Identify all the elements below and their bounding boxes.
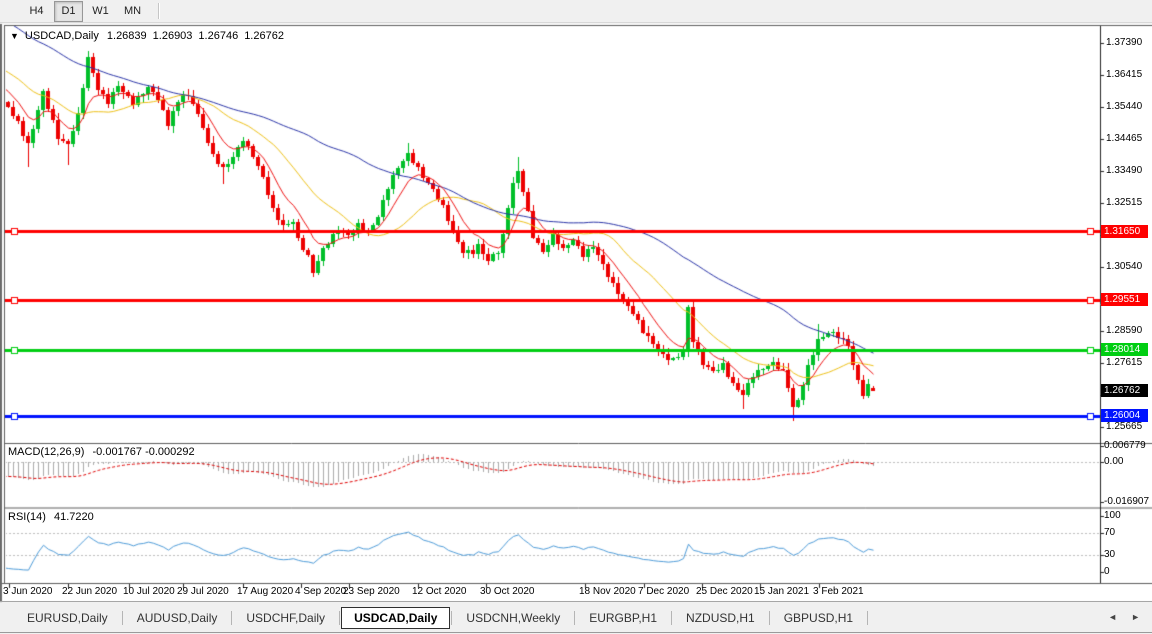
date-tick-label: 4 Sep 2020 (295, 586, 346, 598)
timeframe-toolbar: H4D1W1MN (0, 0, 1152, 23)
hline-price-tag: 1.28014 (1101, 343, 1148, 356)
macd-tick-label: 0.00 (1104, 456, 1123, 468)
tab-separator (339, 611, 340, 625)
timeframe-button-mn[interactable]: MN (118, 1, 147, 22)
timeframe-button-h4[interactable]: H4 (22, 1, 51, 22)
current-price-tag: 1.26762 (1101, 384, 1148, 397)
date-tick-label: 3 Jun 2020 (3, 586, 53, 598)
macd-values: -0.001767 -0.000292 (92, 446, 194, 458)
chart-tab-bar: EURUSD,DailyAUDUSD,DailyUSDCHF,DailyUSDC… (0, 603, 1152, 633)
date-tick-label: 12 Oct 2020 (412, 586, 466, 598)
rsi-label: RSI(14) 41.7220 (8, 511, 94, 523)
chart-tab-eurusd[interactable]: EURUSD,Daily (14, 607, 121, 629)
date-tick-label: 17 Aug 2020 (237, 586, 293, 598)
chart-tab-usdcnh[interactable]: USDCNH,Weekly (453, 607, 573, 629)
ohlc-open: 1.26839 (107, 30, 147, 42)
macd-tick-label: -0.016907 (1104, 496, 1149, 508)
ohlc-high: 1.26903 (153, 30, 193, 42)
chart-tab-eurgbp[interactable]: EURGBP,H1 (576, 607, 670, 629)
macd-name: MACD(12,26,9) (8, 446, 84, 458)
tab-separator (671, 611, 672, 625)
chart-tab-nzdusd[interactable]: NZDUSD,H1 (673, 607, 768, 629)
date-tick-label: 22 Jun 2020 (62, 586, 117, 598)
chart-tab-gbpusd[interactable]: GBPUSD,H1 (771, 607, 866, 629)
tab-separator (122, 611, 123, 625)
date-tick-label: 23 Sep 2020 (343, 586, 400, 598)
price-chart-canvas[interactable] (0, 0, 1152, 634)
timeframe-button-w1[interactable]: W1 (86, 1, 115, 22)
date-tick-label: 30 Oct 2020 (480, 586, 534, 598)
chart-tab-audusd[interactable]: AUDUSD,Daily (124, 607, 231, 629)
timeframe-button-d1[interactable]: D1 (54, 1, 83, 22)
hline-price-tag: 1.31650 (1101, 225, 1148, 238)
symbol-timeframe-label: USDCAD,Daily (25, 30, 99, 42)
chart-ohlc-header: ▼ USDCAD,Daily 1.26839 1.26903 1.26746 1… (10, 30, 290, 42)
hline-price-tag: 1.26004 (1101, 409, 1148, 422)
symbol-dropdown-icon[interactable]: ▼ (10, 31, 19, 41)
price-tick-label: 1.28590 (1106, 325, 1142, 337)
price-tick-label: 1.33490 (1106, 165, 1142, 177)
date-tick-label: 10 Jul 2020 (123, 586, 175, 598)
rsi-value: 41.7220 (54, 511, 94, 523)
tab-separator (451, 611, 452, 625)
date-tick-label: 7 Dec 2020 (638, 586, 689, 598)
ohlc-low: 1.26746 (198, 30, 238, 42)
macd-label: MACD(12,26,9) -0.001767 -0.000292 (8, 446, 195, 458)
date-tick-label: 18 Nov 2020 (579, 586, 636, 598)
rsi-name: RSI(14) (8, 511, 46, 523)
date-tick-label: 3 Feb 2021 (813, 586, 864, 598)
chart-tab-usdcad[interactable]: USDCAD,Daily (341, 607, 450, 629)
timeframe-buttons: H4D1W1MN (22, 1, 150, 22)
chart-tab-usdchf[interactable]: USDCHF,Daily (233, 607, 338, 629)
tabs-scroll-prev-button[interactable]: ◄ (1108, 612, 1117, 622)
date-tick-label: 15 Jan 2021 (754, 586, 809, 598)
rsi-tick-label: 30 (1104, 549, 1115, 561)
price-tick-label: 1.35440 (1106, 101, 1142, 113)
price-tick-label: 1.25665 (1106, 421, 1142, 433)
rsi-tick-label: 0 (1104, 566, 1110, 578)
price-tick-label: 1.37390 (1106, 37, 1142, 49)
date-tick-label: 25 Dec 2020 (696, 586, 753, 598)
date-tick-label: 29 Jul 2020 (177, 586, 229, 598)
toolbar-separator (158, 3, 160, 19)
rsi-tick-label: 100 (1104, 510, 1121, 522)
hline-price-tag: 1.29551 (1101, 293, 1148, 306)
tab-separator (231, 611, 232, 625)
tab-separator (769, 611, 770, 625)
price-tick-label: 1.36415 (1106, 69, 1142, 81)
chart-tabs: EURUSD,DailyAUDUSD,DailyUSDCHF,DailyUSDC… (14, 607, 869, 629)
price-tick-label: 1.27615 (1106, 357, 1142, 369)
ohlc-close: 1.26762 (244, 30, 284, 42)
price-tick-label: 1.30540 (1106, 261, 1142, 273)
tabs-scroll-next-button[interactable]: ► (1131, 612, 1140, 622)
price-tick-label: 1.34465 (1106, 133, 1142, 145)
tab-separator (574, 611, 575, 625)
macd-tick-label: 0.006779 (1104, 440, 1146, 452)
tab-separator (867, 611, 868, 625)
rsi-tick-label: 70 (1104, 527, 1115, 539)
price-tick-label: 1.32515 (1106, 197, 1142, 209)
